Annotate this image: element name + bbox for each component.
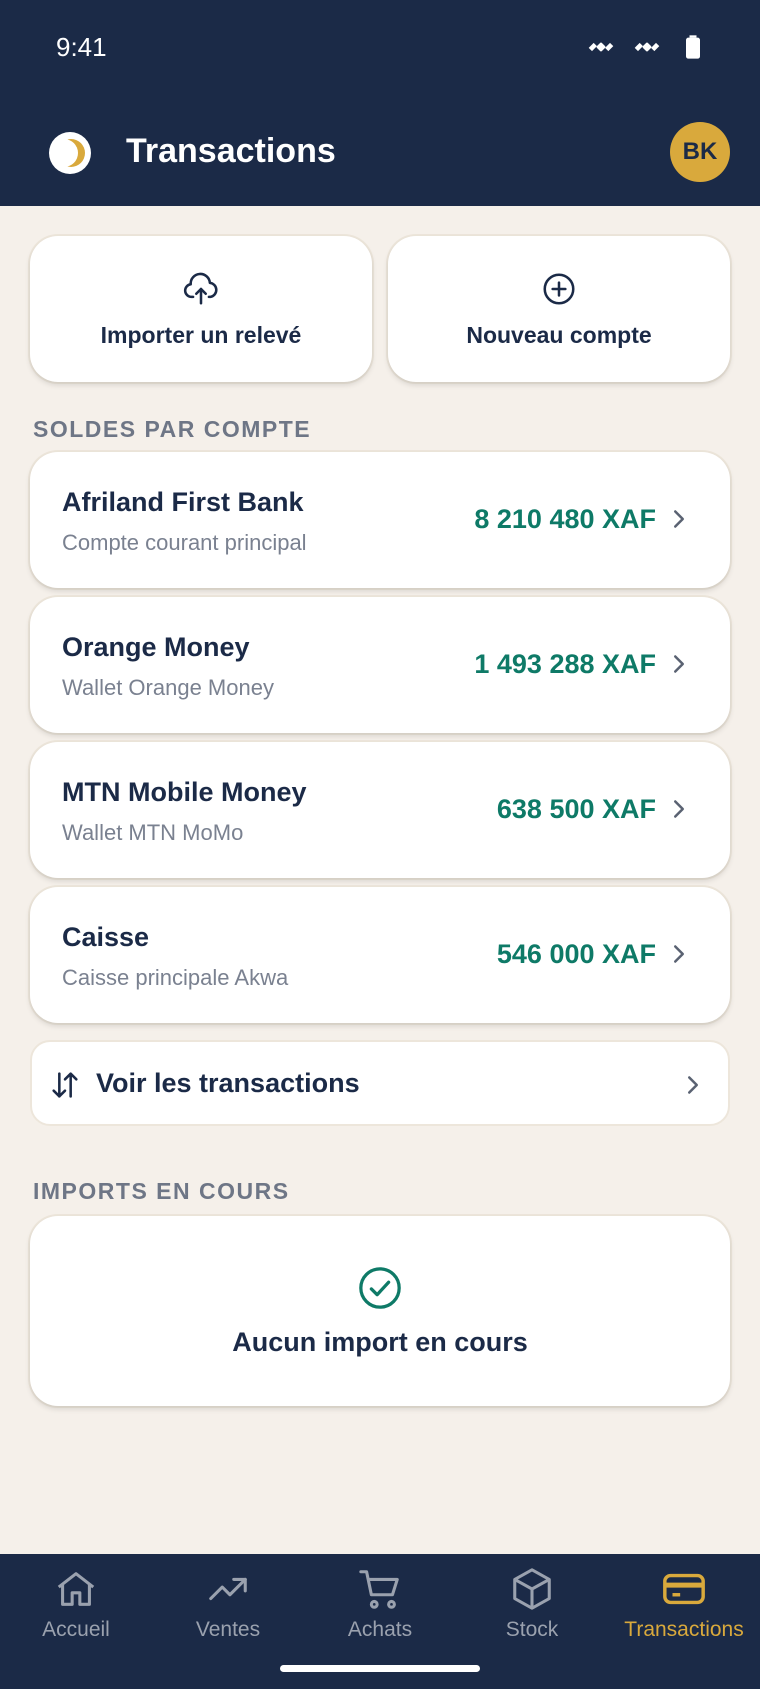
battery-icon	[678, 32, 708, 62]
account-balance: 1 493 288 XAF	[474, 649, 656, 679]
account-name: MTN Mobile Money	[62, 777, 307, 807]
section-title-balances: SOLDES PAR COMPTE	[33, 416, 312, 442]
imports-empty-state: Aucun import en cours	[30, 1216, 730, 1406]
account-subtitle: Compte courant principal	[62, 530, 307, 555]
nav-item-accueil[interactable]: Accueil	[0, 1566, 152, 1666]
import-statement-label: Importer un relevé	[100, 321, 302, 348]
chevron-right-icon	[674, 945, 684, 963]
header: 9:41 Transactions BK	[0, 0, 760, 206]
nav-label: Ventes	[195, 1618, 261, 1641]
card-icon	[663, 1573, 705, 1605]
home-icon	[57, 1572, 95, 1606]
nav-item-stock[interactable]: Stock	[456, 1566, 608, 1666]
account-balance: 638 500 XAF	[496, 794, 656, 824]
chevron-right-icon	[674, 800, 684, 818]
status-bar: 9:41	[0, 0, 760, 96]
account-card-caisse[interactable]: Caisse Caisse principale Akwa 546 000 XA…	[30, 887, 730, 1023]
satellite-icon	[586, 32, 616, 62]
account-balance: 8 210 480 XAF	[474, 504, 656, 534]
check-circle-icon	[359, 1266, 401, 1309]
trend-up-icon	[209, 1577, 247, 1601]
imports-empty-label: Aucun import en cours	[232, 1326, 528, 1357]
chevron-right-icon	[674, 655, 684, 673]
account-name: Afriland First Bank	[62, 487, 304, 517]
account-list: Afriland First Bank Compte courant princ…	[30, 452, 730, 1032]
account-subtitle: Caisse principale Akwa	[62, 965, 289, 990]
account-card-afriland[interactable]: Afriland First Bank Compte courant princ…	[30, 452, 730, 588]
account-balance: 546 000 XAF	[496, 939, 656, 969]
satellite-icon	[632, 32, 662, 62]
account-subtitle: Wallet Orange Money	[62, 675, 274, 700]
nav-item-achats[interactable]: Achats	[304, 1566, 456, 1666]
nav-item-ventes[interactable]: Ventes	[152, 1566, 304, 1666]
new-account-button[interactable]: Nouveau compte	[388, 236, 730, 382]
nav-label: Transactions	[624, 1618, 744, 1641]
new-account-label: Nouveau compte	[466, 321, 652, 348]
cart-icon	[359, 1570, 399, 1609]
account-name: Orange Money	[62, 632, 250, 662]
view-transactions-label: Voir les transactions	[96, 1068, 360, 1098]
import-statement-button[interactable]: Importer un relevé	[30, 236, 372, 382]
swap-vertical-icon	[52, 1072, 78, 1098]
account-card-mtn-momo[interactable]: MTN Mobile Money Wallet MTN MoMo 638 500…	[30, 742, 730, 878]
nav-label: Stock	[505, 1618, 559, 1641]
avatar[interactable]: BK	[670, 122, 730, 182]
status-icons	[586, 32, 708, 62]
nav-label: Accueil	[42, 1618, 110, 1641]
half-moon-logo-icon[interactable]	[48, 131, 92, 175]
account-card-orange-money[interactable]: Orange Money Wallet Orange Money 1 493 2…	[30, 597, 730, 733]
chevron-right-icon	[674, 510, 684, 528]
chevron-right-icon	[688, 1076, 698, 1094]
quick-actions: Importer un relevé Nouveau compte	[30, 236, 730, 382]
home-indicator[interactable]	[280, 1665, 480, 1672]
status-time: 9:41	[56, 32, 107, 62]
page-title: Transactions	[126, 132, 336, 170]
box-icon	[513, 1568, 551, 1610]
account-name: Caisse	[62, 922, 150, 952]
account-subtitle: Wallet MTN MoMo	[62, 820, 244, 845]
cloud-upload-icon	[183, 272, 218, 305]
transactions-screen: 9:41 Transactions BK Importer un relevé …	[0, 0, 760, 1689]
nav-label: Achats	[347, 1618, 413, 1641]
nav-item-transactions[interactable]: Transactions	[608, 1566, 760, 1666]
view-transactions-button[interactable]: Voir les transactions	[30, 1040, 730, 1126]
section-title-imports: IMPORTS EN COURS	[33, 1178, 290, 1204]
plus-circle-icon	[543, 272, 575, 305]
app-bar: Transactions BK	[0, 112, 760, 192]
